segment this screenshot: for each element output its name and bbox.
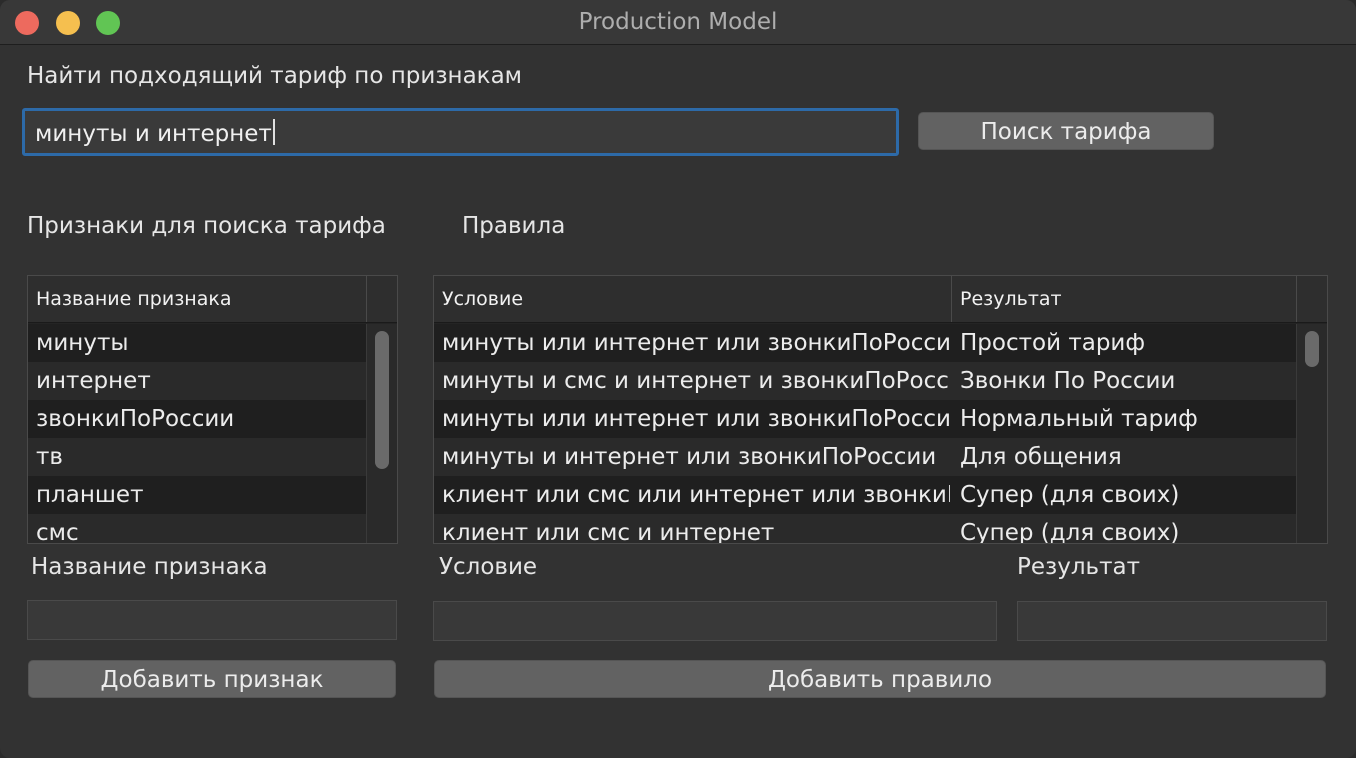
- table-row[interactable]: минуты или интернет или звонкиПоРоссии П…: [434, 324, 1327, 362]
- condition-cell: минуты или интернет или звонкиПоРоссии: [442, 330, 950, 356]
- table-row[interactable]: минуты и интернет или звонкиПоРоссии Для…: [434, 438, 1327, 476]
- add-feature-button[interactable]: Добавить признак: [28, 660, 396, 698]
- features-list: минуты интернет звонкиПоРоссии тв планше…: [28, 324, 397, 543]
- rules-scrollbar[interactable]: [1296, 324, 1327, 543]
- condition-cell: минуты и смс и интернет и звонкиПоРоссии: [442, 368, 950, 394]
- features-table-header: Название признака: [28, 276, 397, 323]
- column-header-feature-name[interactable]: Название признака: [28, 276, 367, 322]
- result-cell: Звонки По России: [960, 368, 1176, 394]
- list-item[interactable]: смс: [28, 514, 397, 543]
- features-scroll-thumb[interactable]: [375, 331, 389, 469]
- list-item[interactable]: планшет: [28, 476, 397, 514]
- text-caret: [272, 119, 275, 145]
- list-item[interactable]: тв: [28, 438, 397, 476]
- title-bar: Production Model: [0, 0, 1356, 45]
- result-input[interactable]: [1017, 601, 1327, 641]
- condition-input[interactable]: [433, 601, 997, 641]
- features-heading: Признаки для поиска тарифа: [27, 213, 386, 239]
- search-tariff-button[interactable]: Поиск тарифа: [918, 112, 1214, 150]
- table-row[interactable]: клиент или смс или интернет или звонкиПо…: [434, 476, 1327, 514]
- search-input-value: минуты и интернет: [35, 121, 272, 147]
- condition-cell: клиент или смс или интернет или звонкиПо…: [442, 482, 950, 508]
- search-heading: Найти подходящий тариф по признакам: [27, 63, 523, 89]
- feature-name-input[interactable]: [27, 600, 397, 640]
- app-window: Production Model Найти подходящий тариф …: [0, 0, 1356, 758]
- result-cell: Нормальный тариф: [960, 406, 1198, 432]
- rules-scroll-thumb[interactable]: [1305, 331, 1319, 367]
- features-table: Название признака минуты интернет звонки…: [27, 275, 398, 544]
- condition-label: Условие: [439, 554, 538, 580]
- rules-list: минуты или интернет или звонкиПоРоссии П…: [434, 324, 1327, 543]
- result-label: Результат: [1017, 554, 1141, 580]
- rules-table: Условие Результат минуты или интернет ил…: [433, 275, 1328, 544]
- search-input[interactable]: минуты и интернет: [22, 108, 899, 156]
- window-title: Production Model: [578, 9, 778, 35]
- result-cell: Простой тариф: [960, 330, 1146, 356]
- column-header-result[interactable]: Результат: [952, 276, 1297, 322]
- list-item[interactable]: минуты: [28, 324, 397, 362]
- add-rule-button[interactable]: Добавить правило: [434, 660, 1326, 698]
- column-header-condition[interactable]: Условие: [434, 276, 952, 322]
- condition-cell: минуты и интернет или звонкиПоРоссии: [442, 444, 937, 470]
- result-cell: Супер (для своих): [960, 520, 1180, 543]
- feature-name-label: Название признака: [31, 554, 268, 580]
- result-cell: Для общения: [960, 444, 1122, 470]
- condition-cell: клиент или смс и интернет: [442, 520, 775, 543]
- features-scrollbar[interactable]: [366, 324, 397, 543]
- rules-heading: Правила: [462, 213, 566, 239]
- result-cell: Супер (для своих): [960, 482, 1180, 508]
- condition-cell: минуты или интернет или звонкиПоРоссии: [442, 406, 950, 432]
- list-item[interactable]: звонкиПоРоссии: [28, 400, 397, 438]
- list-item[interactable]: интернет: [28, 362, 397, 400]
- rules-table-header: Условие Результат: [434, 276, 1327, 323]
- table-row[interactable]: клиент или смс и интернет Супер (для сво…: [434, 514, 1327, 543]
- table-row[interactable]: минуты или интернет или звонкиПоРоссии Н…: [434, 400, 1327, 438]
- table-row[interactable]: минуты и смс и интернет и звонкиПоРоссии…: [434, 362, 1327, 400]
